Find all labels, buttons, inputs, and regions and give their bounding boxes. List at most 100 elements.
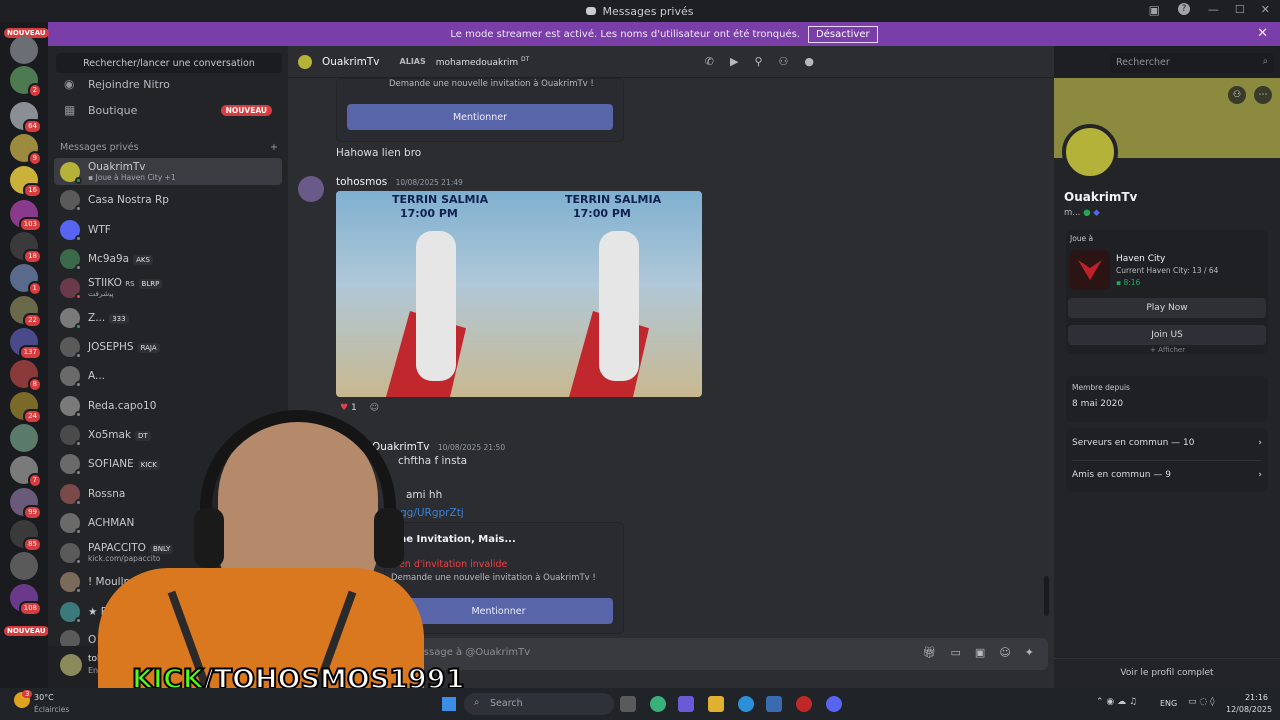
shop-label: Boutique: [88, 103, 138, 117]
user-avatar[interactable]: [60, 654, 82, 676]
dm-item[interactable]: Mc9a9a AKS: [54, 245, 282, 272]
close-button[interactable]: ✕: [1261, 3, 1270, 16]
system-icons[interactable]: ▭ ◌ ◊: [1188, 697, 1215, 707]
author-avatar[interactable]: [298, 176, 324, 202]
discord-taskbar-icon[interactable]: [826, 696, 842, 712]
taskbar-search[interactable]: ⌕ Search: [464, 693, 614, 715]
server-badge: 9: [27, 151, 42, 166]
author-name[interactable]: tohosmos: [336, 176, 387, 188]
dm-item[interactable]: WTF: [54, 216, 282, 243]
dm-item[interactable]: JOSEPHS RAJA: [54, 333, 282, 360]
emoji-icon[interactable]: ☺: [999, 646, 1010, 659]
shop-nav[interactable]: ▦ Boutique NOUVEAU: [56, 98, 282, 122]
maximize-button[interactable]: ☐: [1235, 3, 1245, 16]
nitro-badge-icon: ◆: [1093, 208, 1100, 218]
dm-item[interactable]: STIIKO RS BLRP ﭘﯿﺷﺮﻓﺖ: [54, 274, 282, 301]
add-friend-icon[interactable]: ⚇: [779, 55, 789, 68]
search-conversation-button[interactable]: Rechercher/lancer une conversation: [56, 53, 282, 73]
dm-item[interactable]: OuakrimTv ▪ Joue à Haven City +1: [54, 158, 282, 185]
add-friend-icon[interactable]: ⚇: [1228, 86, 1246, 104]
server-icon[interactable]: 9: [10, 134, 42, 166]
server-icon[interactable]: 103: [10, 200, 42, 232]
disable-streamer-button[interactable]: Désactiver: [808, 25, 878, 43]
image-time: 17:00 PM: [400, 207, 458, 220]
mention-button[interactable]: Mentionner: [347, 104, 613, 130]
dm-item[interactable]: A...: [54, 362, 282, 389]
server-icon[interactable]: 85: [10, 520, 42, 552]
avatar: [60, 601, 82, 624]
recipient-name: OuakrimTv: [322, 55, 380, 68]
server-icon[interactable]: [10, 552, 38, 580]
app-icon[interactable]: [796, 696, 812, 712]
server-icon[interactable]: 137: [10, 328, 42, 360]
server-icon[interactable]: 22: [10, 296, 42, 328]
server-icon[interactable]: 7: [10, 456, 42, 488]
server-icon[interactable]: [10, 424, 38, 452]
server-icon[interactable]: 8: [10, 360, 42, 392]
minimize-button[interactable]: —: [1208, 3, 1219, 16]
search-icon: ⌕: [1262, 56, 1268, 67]
server-badge: 7: [27, 473, 42, 488]
dm-name: Mc9a9a: [88, 252, 130, 265]
explorer-icon[interactable]: [708, 696, 724, 712]
inbox-icon[interactable]: ▣: [1149, 3, 1160, 17]
server-icon[interactable]: 2: [10, 66, 42, 98]
store-icon[interactable]: [766, 696, 782, 712]
profile-icon[interactable]: ●: [804, 55, 814, 68]
dm-activity: Joue à Haven City: [95, 173, 163, 182]
server-icon[interactable]: 99: [10, 488, 42, 520]
new-badge: NOUVEAU: [4, 626, 49, 636]
server-icon[interactable]: 16: [10, 166, 42, 198]
server-icon[interactable]: 64: [10, 102, 42, 134]
clock-time[interactable]: 21:16: [1226, 693, 1268, 702]
server-tag: 333: [109, 313, 129, 324]
close-banner-icon[interactable]: ✕: [1257, 26, 1268, 41]
header-search-input[interactable]: Rechercher ⌕: [1110, 53, 1274, 73]
pin-icon[interactable]: ⚲: [754, 55, 762, 68]
gif-icon[interactable]: ▭: [951, 646, 961, 659]
game-icon[interactable]: ✦: [1025, 646, 1034, 659]
task-view-icon[interactable]: [620, 696, 636, 712]
chat-header: OuakrimTv ALIAS mohamedouakrim DT ✆ ▶ ⚲ …: [288, 46, 1054, 78]
teams-icon[interactable]: [678, 696, 694, 712]
nitro-nav[interactable]: ◉ Rejoindre Nitro: [56, 72, 282, 96]
dm-item[interactable]: Casa Nostra Rp: [54, 186, 282, 213]
mutual-friends-row[interactable]: Amis en commun — 9 ›: [1072, 470, 1262, 480]
tray-icons[interactable]: ⌃ ◉ ☁ ♫: [1096, 697, 1137, 707]
language-indicator[interactable]: ENG: [1160, 699, 1177, 708]
view-full-profile-link[interactable]: Voir le profil complet: [1054, 668, 1280, 678]
help-icon[interactable]: ?: [1178, 3, 1190, 15]
clock-date[interactable]: 12/08/2025: [1226, 705, 1272, 714]
join-button[interactable]: Join US: [1068, 325, 1266, 345]
edge-icon[interactable]: [738, 696, 754, 712]
window-title-text: Messages privés: [602, 4, 694, 18]
start-icon[interactable]: [442, 697, 456, 711]
mutual-friends: Amis en commun — 9: [1072, 470, 1171, 480]
server-icon[interactable]: [10, 36, 38, 64]
member-since-date: 8 mai 2020: [1072, 399, 1124, 409]
add-dm-button[interactable]: +: [270, 142, 278, 153]
server-icon[interactable]: 108: [10, 584, 42, 616]
more-icon[interactable]: ⋯: [1254, 86, 1272, 104]
play-now-button[interactable]: Play Now: [1068, 298, 1266, 318]
nitro-label: Rejoindre Nitro: [88, 77, 170, 91]
video-icon[interactable]: ▶: [730, 55, 738, 68]
chrome-icon[interactable]: [650, 696, 666, 712]
dm-item[interactable]: Z... 333: [54, 304, 282, 331]
server-icon[interactable]: 18: [10, 232, 42, 264]
playing-label: Joue à: [1070, 234, 1094, 243]
gift-icon[interactable]: 🎁︎: [923, 646, 937, 659]
invite-subtitle: Demande une nouvelle invitation à Ouakri…: [389, 79, 594, 89]
show-more-link[interactable]: + Afficher: [1150, 346, 1185, 354]
posted-image[interactable]: TERRIN SALMIA 17:00 PM TERRIN SALMIA 17:…: [336, 191, 702, 397]
player-figure: [416, 231, 456, 381]
alias-tag: DT: [521, 55, 530, 63]
server-icon[interactable]: 24: [10, 392, 42, 424]
sticker-icon[interactable]: ▣: [975, 646, 985, 659]
profile-avatar[interactable]: [1062, 124, 1118, 180]
taskbar-search-placeholder: Search: [490, 698, 523, 709]
chat-scrollbar[interactable]: [1044, 576, 1049, 616]
call-icon[interactable]: ✆: [705, 55, 714, 68]
mutual-servers-row[interactable]: Serveurs en commun — 10 ›: [1072, 438, 1262, 448]
server-icon[interactable]: 1: [10, 264, 42, 296]
